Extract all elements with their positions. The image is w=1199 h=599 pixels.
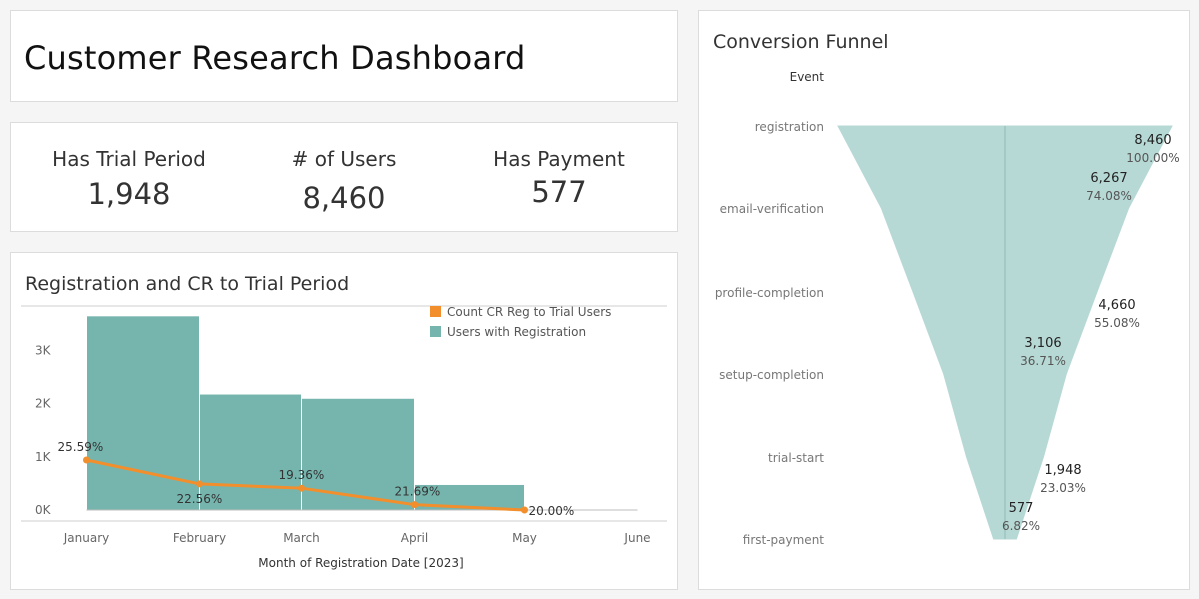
kpi-users-label: # of Users — [291, 147, 397, 171]
kpi-payment-label: Has Payment — [493, 147, 625, 171]
cr-trial-point — [298, 484, 305, 492]
funnel-percent-label: 36.71% — [1020, 354, 1066, 368]
kpi-trial-period: Has Trial Period 1,948 — [24, 147, 234, 211]
x-axis-title: Month of Registration Date [2023] — [258, 556, 463, 570]
cr-trial-data-label: 19.36% — [279, 468, 325, 482]
funnel-count-label: 3,106 — [1024, 336, 1061, 351]
title-panel: Customer Research Dashboard — [10, 10, 678, 102]
funnel-count-label: 4,660 — [1098, 298, 1135, 313]
dashboard-title: Customer Research Dashboard — [24, 39, 526, 77]
cr-trial-point — [196, 480, 203, 488]
kpi-users-value: 8,460 — [302, 181, 386, 215]
funnel-percent-label: 74.08% — [1086, 189, 1132, 203]
kpi-payment-value: 577 — [531, 175, 587, 209]
y-tick-label: 3K — [35, 343, 52, 357]
funnel-stage-label: email-verification — [720, 202, 824, 216]
registration-chart-panel: Registration and CR to Trial Period 0K 1K… — [10, 252, 678, 590]
funnel-count-label: 577 — [1009, 501, 1034, 516]
kpi-panel: Has Trial Period 1,948 # of Users 8,460 … — [10, 122, 678, 232]
funnel-percent-label: 100.00% — [1126, 151, 1179, 165]
cr-trial-data-label: 21.69% — [395, 485, 441, 499]
funnel-percent-label: 6.82% — [1002, 519, 1040, 533]
funnel-count-label: 6,267 — [1090, 171, 1127, 186]
funnel-percent-label: 55.08% — [1094, 316, 1140, 330]
funnel-count-label: 8,460 — [1134, 133, 1171, 148]
cr-trial-point — [411, 501, 418, 509]
kpi-trial-label: Has Trial Period — [52, 147, 206, 171]
funnel-chart: Event registration email-verification profi… — [715, 70, 1180, 547]
funnel-stage-label: first-payment — [743, 533, 825, 547]
legend-swatch-registration — [430, 326, 441, 337]
funnel-stage-label: registration — [755, 120, 824, 134]
funnel-stage-label: profile-completion — [715, 286, 824, 300]
funnel-percent-label: 23.03% — [1040, 481, 1086, 495]
cr-trial-point — [521, 506, 528, 514]
x-tick-label: April — [401, 531, 428, 545]
registration-chart: 0K 1K 2K 3K 25.59% 22.56% 19.36% 21.69% 20.00% Ja… — [21, 305, 667, 570]
funnel-chart-panel: Conversion Funnel Event registration email… — [698, 10, 1190, 590]
y-tick-label: 2K — [35, 397, 52, 411]
kpi-users: # of Users 8,460 — [239, 147, 449, 215]
x-tick-label: May — [512, 531, 537, 545]
cr-trial-point — [83, 456, 90, 464]
cr-trial-data-label: 25.59% — [58, 440, 104, 454]
kpi-payment: Has Payment 577 — [454, 147, 664, 209]
x-tick-label: February — [173, 531, 226, 545]
funnel-stage-label: setup-completion — [719, 368, 824, 382]
x-tick-label: January — [63, 531, 110, 545]
legend-label-registration: Users with Registration — [447, 325, 586, 339]
x-tick-label: June — [623, 531, 650, 545]
funnel-count-label: 1,948 — [1044, 463, 1081, 478]
y-tick-label: 1K — [35, 450, 52, 464]
funnel-stage-label: trial-start — [768, 451, 824, 465]
legend-swatch-cr — [430, 306, 441, 317]
y-tick-label: 0K — [35, 503, 52, 517]
legend-label-cr: Count CR Reg to Trial Users — [447, 305, 611, 319]
cr-trial-data-label: 22.56% — [177, 492, 223, 506]
funnel-axis-title: Event — [790, 70, 825, 84]
x-tick-label: March — [283, 531, 320, 545]
cr-trial-data-label: 20.00% — [529, 504, 575, 518]
kpi-trial-value: 1,948 — [87, 177, 171, 211]
